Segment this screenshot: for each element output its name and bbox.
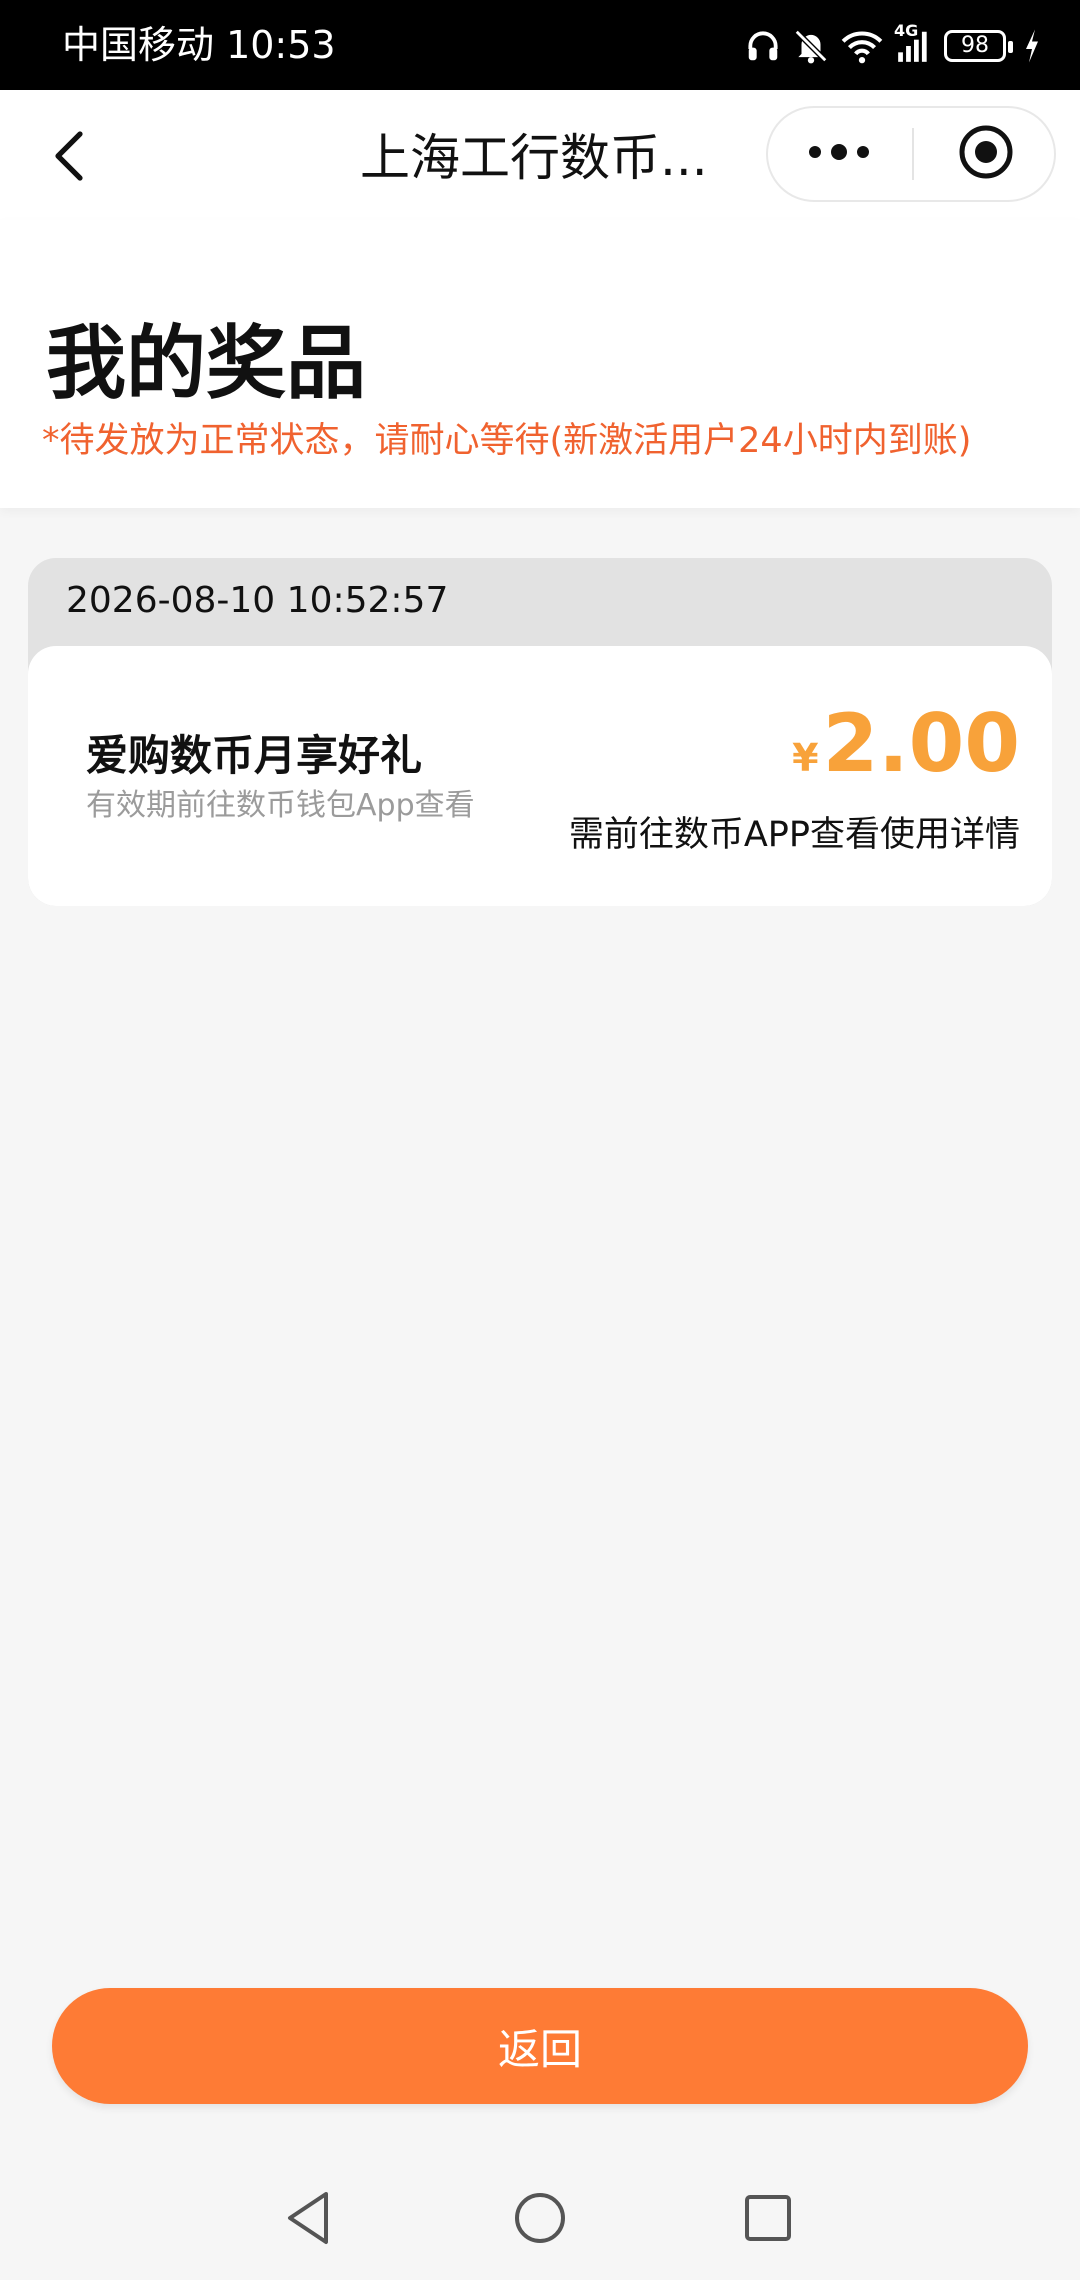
signal-icon: 4G — [894, 21, 934, 65]
nav-back-icon — [280, 2188, 336, 2252]
nav-recent-icon — [742, 2192, 794, 2248]
carrier-time: 中国移动 10:53 — [62, 23, 336, 67]
amount-value: 2.00 — [822, 697, 1020, 790]
charging-icon — [1022, 28, 1042, 64]
more-dots-icon — [807, 142, 871, 166]
battery-level: 98 — [961, 33, 989, 58]
prize-header: 我的奖品 *待发放为正常状态，请耐心等待(新激活用户24小时内到账) — [0, 220, 1080, 508]
record-time: 2026-08-10 10:52:57 — [66, 580, 449, 621]
prize-validity: 有效期前往数币钱包App查看 — [86, 788, 475, 823]
battery-icon: 98 — [944, 30, 1013, 62]
system-nav-bar — [0, 2150, 1080, 2280]
close-target-icon — [958, 124, 1014, 184]
nav-home-icon — [512, 2190, 568, 2250]
nav-title: 上海工行数币... — [360, 129, 708, 187]
prize-name: 爱购数币月享好礼 — [86, 731, 423, 780]
currency-symbol: ¥ — [792, 736, 819, 780]
mini-program-capsule — [766, 106, 1056, 202]
prize-record: 2026-08-10 10:52:57 爱购数币月享好礼 有效期前往数币钱包Ap… — [28, 558, 1052, 906]
back-arrow-icon — [50, 130, 90, 186]
bell-off-icon — [792, 27, 830, 65]
system-back-button[interactable] — [268, 2180, 348, 2260]
usage-hint: 需前往数币APP查看使用详情 — [568, 815, 1020, 855]
close-button[interactable] — [916, 108, 1056, 200]
status-bar: 中国移动 10:53 4G 98 — [0, 0, 1080, 90]
page-title: 我的奖品 — [46, 317, 366, 410]
system-home-button[interactable] — [500, 2180, 580, 2260]
capsule-divider — [912, 128, 914, 180]
return-button[interactable]: 返回 — [52, 1988, 1028, 2104]
more-button[interactable] — [768, 108, 910, 200]
status-icons: 4G 98 — [744, 21, 1042, 68]
back-button[interactable] — [30, 118, 110, 198]
headphones-icon — [744, 27, 782, 65]
prize-amount: ¥ 2.00 — [792, 694, 1020, 794]
prize-card[interactable]: 爱购数币月享好礼 有效期前往数币钱包App查看 ¥ 2.00 需前往数币APP查… — [28, 646, 1052, 906]
nav-bar: 上海工行数币... — [0, 90, 1080, 220]
system-recent-button[interactable] — [728, 2180, 808, 2260]
wifi-icon — [840, 27, 884, 65]
pending-notice: *待发放为正常状态，请耐心等待(新激活用户24小时内到账) — [42, 421, 972, 461]
network-type: 4G — [894, 21, 919, 40]
